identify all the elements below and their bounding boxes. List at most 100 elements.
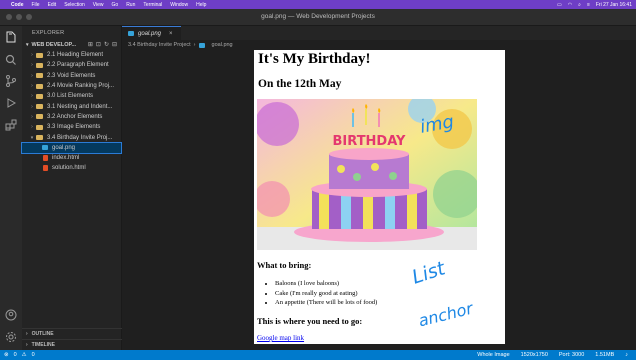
folder-icon (36, 62, 43, 68)
list-item: Baloons (I love baloons) (275, 279, 377, 289)
menu-file[interactable]: File (32, 2, 40, 8)
folder-icon (36, 93, 43, 99)
folder-icon (36, 114, 43, 120)
source-control-icon[interactable] (4, 74, 18, 88)
notifications-bell-icon[interactable]: ♪ (625, 352, 628, 358)
tree-file-label: index.html (52, 155, 80, 162)
menu-window[interactable]: Window (170, 2, 188, 8)
image-dimensions: 1520x1750 (520, 352, 548, 358)
live-server-port[interactable]: Port: 3000 (559, 352, 584, 358)
outline-panel-header[interactable]: › OUTLINE (22, 328, 122, 338)
tree-folder[interactable]: › 2.4 Movie Ranking Proj... (22, 81, 121, 91)
clock[interactable]: Fri 27 Jan 16:41 (596, 2, 632, 8)
account-icon[interactable] (4, 308, 18, 322)
breadcrumb-folder[interactable]: 3.4 Birthday Invite Project (128, 42, 191, 48)
zoom-mode[interactable]: Whole Image (477, 352, 509, 358)
tree-folder-label: 3.1 Nesting and Indent... (47, 103, 113, 110)
macos-menubar: Code File Edit Selection View Go Run Ter… (0, 0, 636, 9)
chevron-right-icon: › (31, 62, 33, 69)
menu-edit[interactable]: Edit (48, 2, 57, 8)
menu-view[interactable]: View (93, 2, 104, 8)
chevron-down-icon: ▾ (30, 134, 34, 141)
menu-help[interactable]: Help (196, 2, 206, 8)
chevron-right-icon: › (31, 124, 33, 131)
tree-folder[interactable]: › 3.2 Anchor Elements (22, 112, 121, 122)
image-file-icon (42, 145, 48, 151)
chevron-right-icon: › (193, 42, 196, 48)
tree-file-label: solution.html (52, 165, 86, 172)
bring-list: Baloons (I love baloons) Cake (I'm reall… (275, 279, 377, 308)
tab-goal-png[interactable]: goal.png × (122, 26, 181, 40)
run-debug-icon[interactable] (4, 96, 18, 110)
wifi-icon[interactable]: ◠ (568, 2, 572, 8)
html-file-icon (43, 165, 48, 172)
refresh-icon[interactable]: ↻ (104, 41, 109, 48)
folder-icon (36, 52, 43, 58)
tree-folder[interactable]: › 2.3 Void Elements (22, 71, 121, 81)
folder-icon (36, 124, 43, 130)
tree-folder[interactable]: › 3.3 Image Elements (22, 122, 121, 132)
explorer-header: EXPLORER (32, 30, 65, 36)
menu-terminal[interactable]: Terminal (143, 2, 162, 8)
files-icon[interactable] (4, 30, 18, 44)
tree-file-label: goal.png (52, 144, 76, 151)
search-icon[interactable] (4, 53, 18, 67)
menu-go[interactable]: Go (112, 2, 119, 8)
tree-file-index-html[interactable]: index.html (22, 153, 121, 163)
close-icon[interactable]: × (169, 31, 173, 37)
tree-folder-label: 2.3 Void Elements (47, 72, 96, 79)
tree-file-goal-png[interactable]: goal.png (21, 141, 122, 154)
tree-file-solution-html[interactable]: solution.html (22, 163, 121, 173)
tree-folder-label: 2.1 Heading Element (47, 52, 104, 59)
cake-topper-text: BIRTHDAY (333, 134, 407, 149)
preview-heading-2: On the 12th May (258, 78, 342, 90)
google-map-link[interactable]: Google map link (257, 334, 304, 342)
chevron-right-icon: › (26, 341, 28, 348)
editor-tabs: goal.png × (122, 26, 636, 40)
tree-folder[interactable]: › 2.2 Paragraph Element (22, 60, 121, 70)
image-file-icon (198, 42, 205, 48)
list-item: Cake (I'm really good at eating) (275, 289, 377, 299)
breadcrumb-file[interactable]: goal.png (212, 42, 233, 48)
settings-gear-icon[interactable] (4, 330, 18, 344)
error-count[interactable]: 0 (14, 352, 17, 358)
warning-icon[interactable]: ⚠ (22, 352, 27, 358)
where-heading: This is where you need to go: (257, 316, 363, 326)
chevron-right-icon: › (31, 83, 33, 90)
tree-folder[interactable]: › 3.0 List Elements (22, 91, 121, 101)
menu-run[interactable]: Run (126, 2, 135, 8)
tree-folder-open[interactable]: ▾ 3.4 Birthday Invite Proj... (22, 132, 121, 142)
new-folder-icon[interactable]: ⊡ (96, 41, 101, 48)
outline-label: OUTLINE (31, 330, 54, 337)
chevron-right-icon: › (31, 93, 33, 100)
window-title: goal.png — Web Development Projects (261, 13, 375, 20)
image-file-icon (128, 31, 134, 36)
timeline-panel-header[interactable]: › TIMELINE (22, 339, 122, 349)
menu-code[interactable]: Code (11, 2, 24, 8)
bring-heading: What to bring: (257, 260, 312, 270)
new-file-icon[interactable]: ⊞ (88, 41, 93, 48)
status-bar: ⊗ 0 ⚠ 0 Whole Image 1520x1750 Port: 3000… (0, 350, 636, 360)
folder-icon (36, 83, 43, 89)
window-titlebar: goal.png — Web Development Projects (0, 9, 636, 26)
project-root[interactable]: ▾ WEB DEVELOP... ⊞ ⊡ ↻ ⊟ (22, 39, 121, 50)
control-center-icon[interactable]: ≡ (587, 2, 590, 8)
menu-selection[interactable]: Selection (64, 2, 85, 8)
file-size: 1.51MB (595, 352, 615, 358)
tree-folder-label: 3.0 List Elements (47, 93, 94, 100)
tree-folder[interactable]: › 2.1 Heading Element (22, 50, 121, 60)
collapse-all-icon[interactable]: ⊟ (112, 41, 117, 48)
search-icon[interactable]: ⌕ (578, 2, 581, 8)
folder-open-icon (36, 135, 43, 141)
chevron-down-icon[interactable]: ▾ (26, 42, 29, 48)
error-icon[interactable]: ⊗ (4, 352, 9, 358)
extensions-icon[interactable] (4, 118, 18, 132)
tree-folder-label: 3.2 Anchor Elements (47, 113, 103, 120)
chevron-right-icon: › (31, 113, 33, 120)
chevron-right-icon: › (26, 330, 28, 337)
warning-count[interactable]: 0 (32, 352, 35, 358)
list-item: An appetite (There will be lots of food) (275, 298, 377, 308)
activity-bar (0, 26, 22, 350)
tree-folder[interactable]: › 3.1 Nesting and Indent... (22, 101, 121, 111)
battery-icon[interactable]: ▭ (557, 2, 562, 8)
